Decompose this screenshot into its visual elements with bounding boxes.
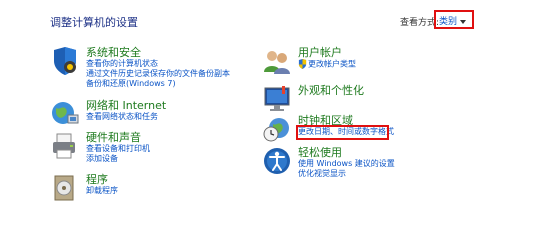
category-title[interactable]: 外观和个性化 <box>298 84 364 97</box>
globe-network-icon <box>52 102 79 124</box>
programs-disc-icon <box>54 175 74 201</box>
printer-icon <box>53 133 75 159</box>
category-title[interactable]: 程序 <box>86 173 118 186</box>
monitor-palette-icon <box>264 86 290 111</box>
clock-globe-icon <box>263 118 289 142</box>
shield-icon <box>54 47 76 75</box>
page-title: 调整计算机的设置 <box>50 16 138 29</box>
link-label: 更改帐户类型 <box>308 59 356 69</box>
users-icon <box>264 51 290 74</box>
link-backup-restore[interactable]: 备份和还原(Windows 7) <box>86 79 230 89</box>
ease-of-access-icon <box>264 148 290 174</box>
category-title[interactable]: 硬件和声音 <box>86 131 150 144</box>
link-uninstall-program[interactable]: 卸载程序 <box>86 186 118 196</box>
view-by-dropdown[interactable]: 类别 <box>434 10 474 29</box>
link-file-history-backup[interactable]: 通过文件历史记录保存你的文件备份副本 <box>86 69 230 79</box>
link-view-computer-status[interactable]: 查看你的计算机状态 <box>86 59 230 69</box>
highlight-box <box>296 125 389 140</box>
link-view-network-status[interactable]: 查看网络状态和任务 <box>86 112 166 122</box>
category-title[interactable]: 网络和 Internet <box>86 99 166 112</box>
category-title[interactable]: 轻松使用 <box>298 146 395 159</box>
link-add-device[interactable]: 添加设备 <box>86 154 150 164</box>
link-devices-printers[interactable]: 查看设备和打印机 <box>86 144 150 154</box>
link-windows-recommended-settings[interactable]: 使用 Windows 建议的设置 <box>298 159 395 169</box>
uac-shield-icon <box>298 59 307 69</box>
view-by-value: 类别 <box>439 17 458 27</box>
category-title[interactable]: 系统和安全 <box>86 46 230 59</box>
chevron-down-icon <box>460 19 467 24</box>
link-optimize-visual-display[interactable]: 优化视觉显示 <box>298 169 395 179</box>
category-title[interactable]: 用户帐户 <box>298 46 356 59</box>
link-change-account-type[interactable]: 更改帐户类型 <box>298 59 356 70</box>
